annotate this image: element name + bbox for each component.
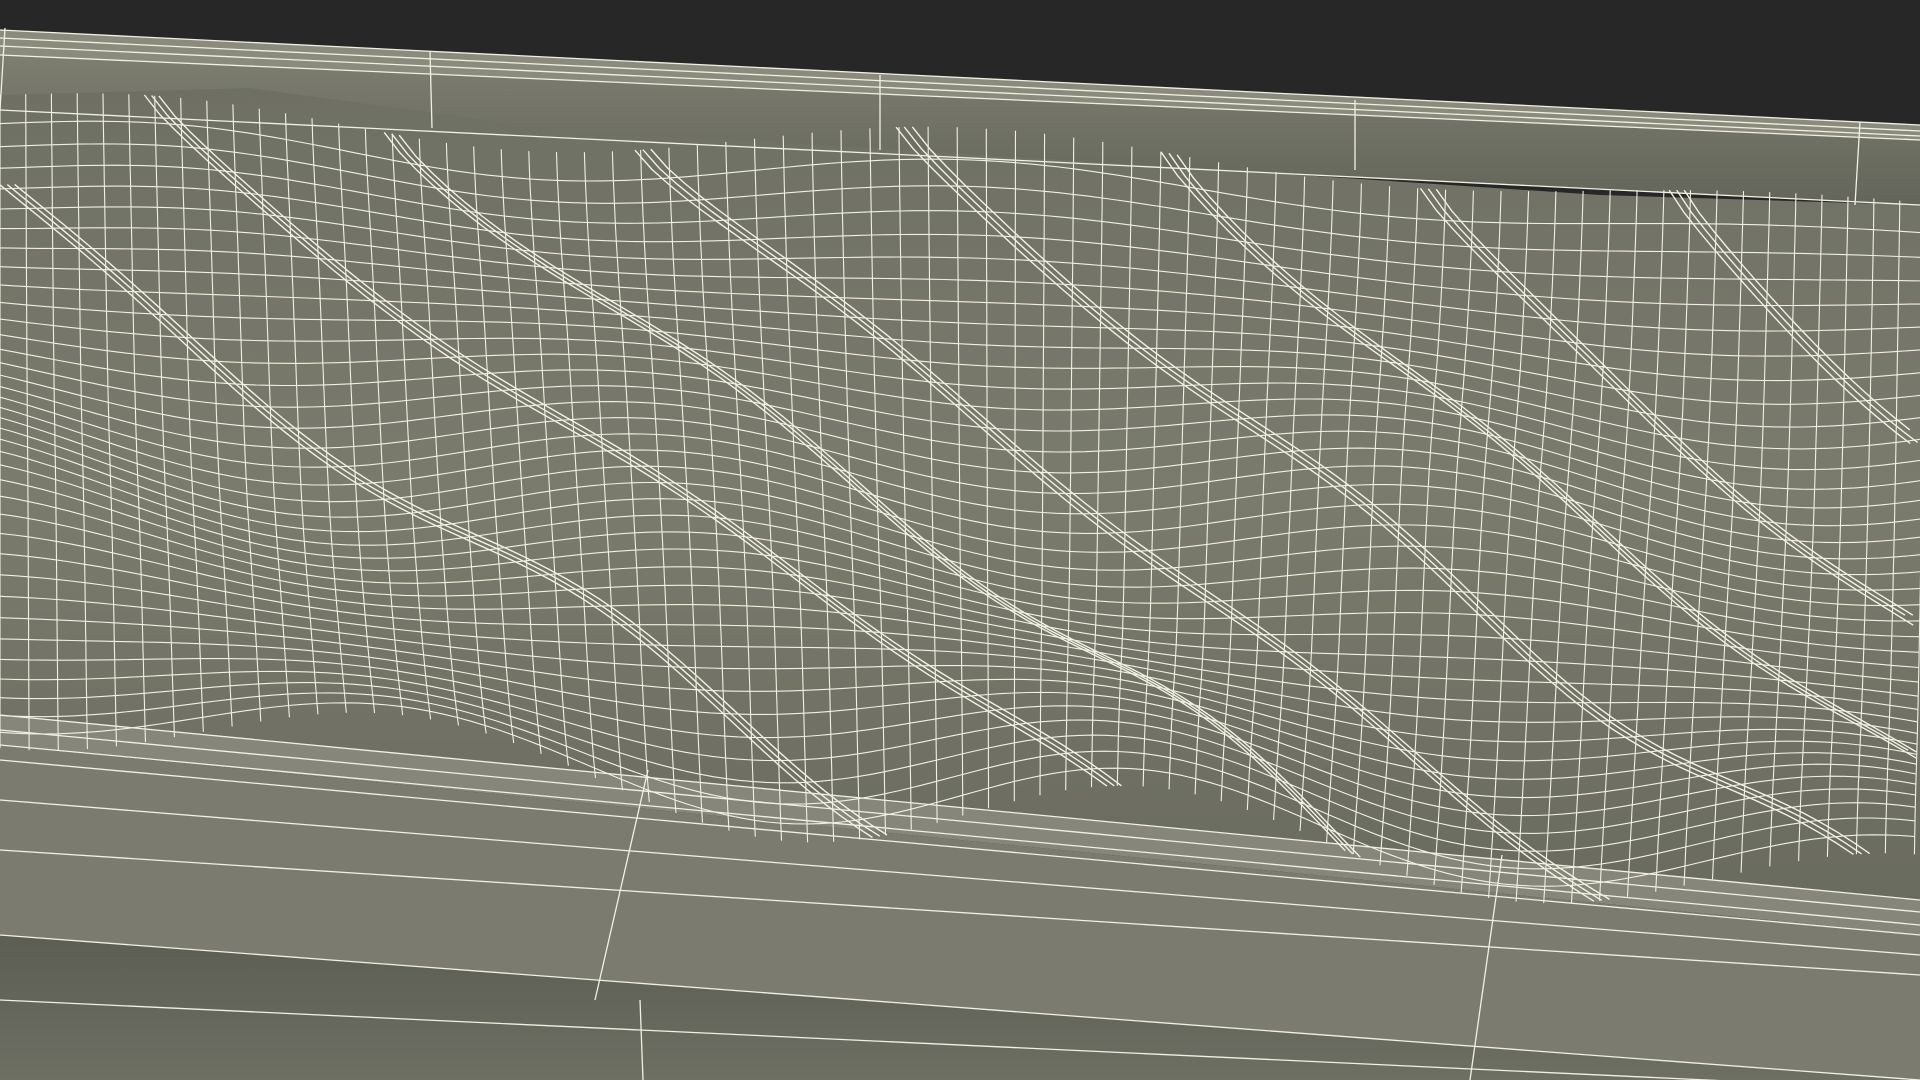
3d-viewport[interactable]	[0, 0, 1920, 1080]
wireframe-terrain-render	[0, 0, 1920, 1080]
